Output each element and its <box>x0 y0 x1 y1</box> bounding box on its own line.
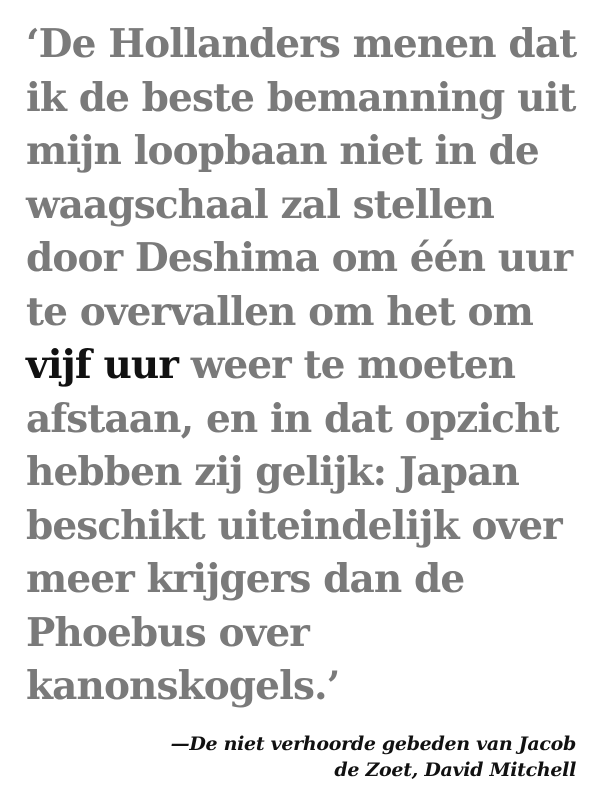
quote-line: Phoebus over <box>26 609 310 656</box>
quote-line: meer krijgers dan de <box>26 556 465 602</box>
quote-line: ‘De Hollanders menen dat <box>26 21 577 67</box>
quote-line: ik de beste bemanning uit <box>26 74 576 121</box>
attribution-line: —De niet verhoorde gebeden van Jacob <box>170 733 577 755</box>
quote-line-highlighted: vijf uur weer te moeten <box>26 339 586 393</box>
quote-line: waagschaal zal stellen <box>26 181 495 228</box>
quote-line: hebben zij gelijk: Japan <box>26 449 520 495</box>
quote-line: kanonskogels.’ <box>26 663 340 709</box>
quote-text: ‘De Hollanders menen dat ik de beste bem… <box>26 18 586 714</box>
quote-line: afstaan, en in dat opzicht <box>26 395 560 442</box>
quote-line-rest: weer te moeten <box>190 342 516 388</box>
highlighted-phrase: vijf uur <box>26 342 179 388</box>
quote-line: mijn loopbaan niet in de <box>26 128 540 174</box>
quote-line: beschikt uiteindelijk over <box>26 502 563 549</box>
attribution: —De niet verhoorde gebeden van Jacob de … <box>96 731 577 783</box>
quote-line: te overvallen om het om <box>26 288 534 335</box>
quote-line: door Deshima om één uur <box>26 235 573 281</box>
attribution-line: de Zoet, David Mitchell <box>334 759 576 781</box>
